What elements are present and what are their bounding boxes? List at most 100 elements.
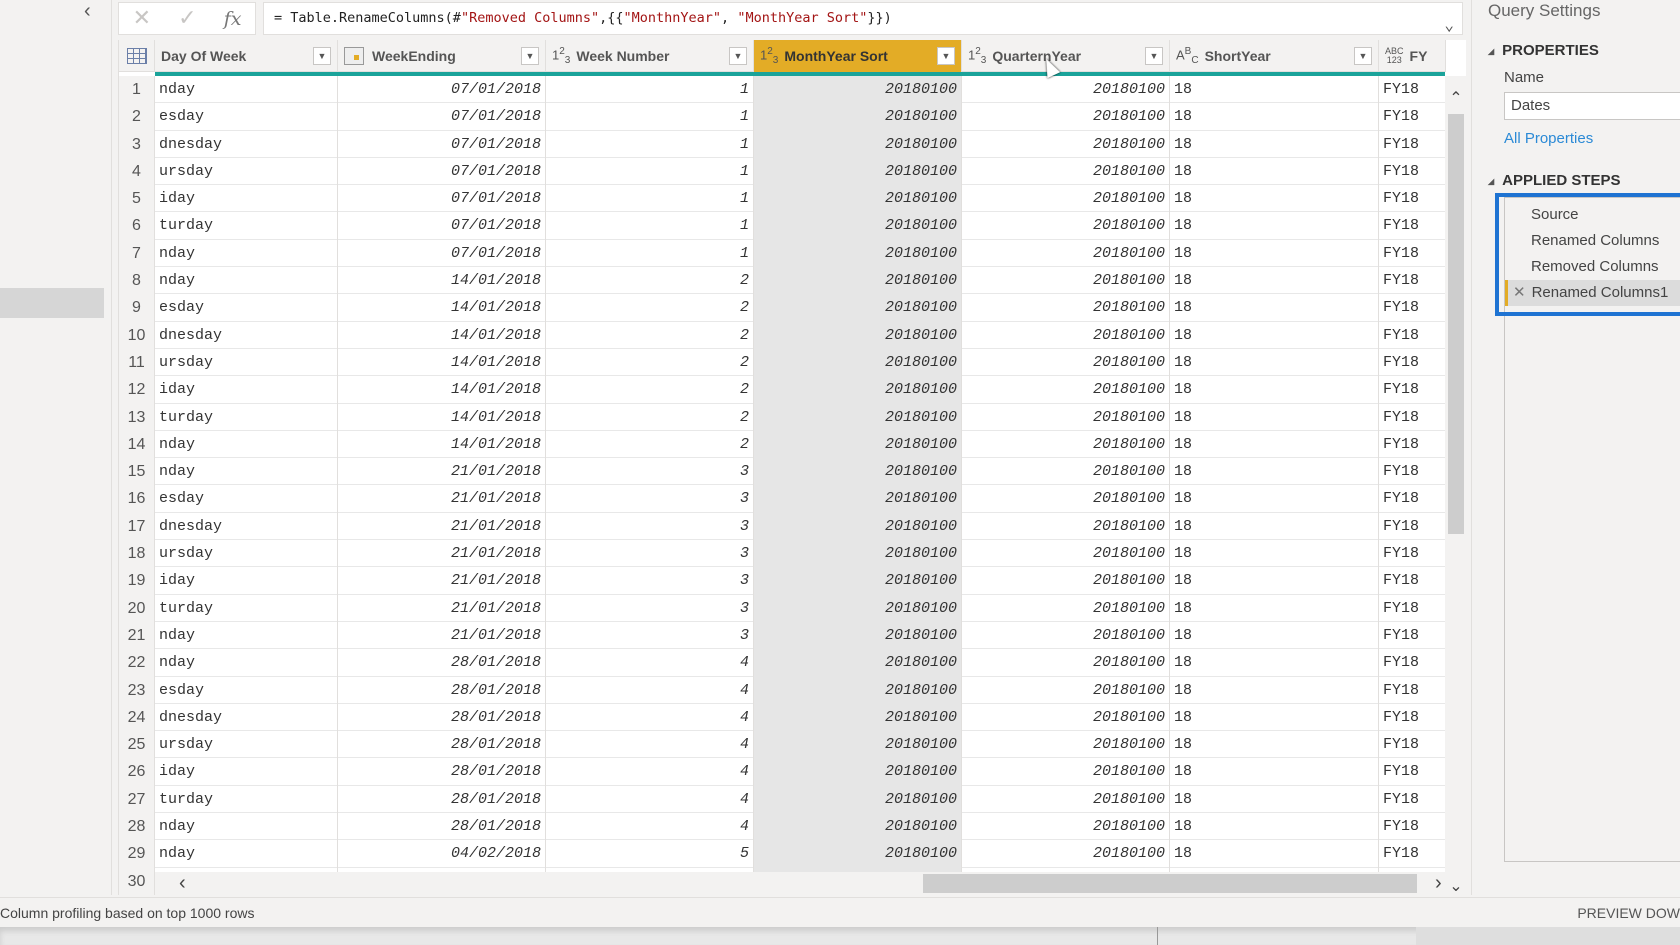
table-cell[interactable]: 20180100 bbox=[962, 703, 1170, 732]
table-row[interactable]: 21 nday 21/01/2018 3 20180100 20180100 18 FY18 bbox=[119, 621, 1446, 650]
table-cell[interactable]: 20180100 bbox=[962, 540, 1170, 568]
check-icon[interactable]: ✓ bbox=[178, 6, 196, 31]
table-cell[interactable]: 2 bbox=[546, 321, 754, 349]
table-cell[interactable]: 18 bbox=[1170, 103, 1379, 131]
table-row[interactable]: 11 ursday 14/01/2018 2 20180100 20180100 18 FY1… bbox=[119, 348, 1446, 377]
table-row[interactable]: 27 turday 28/01/2018 4 20180100 20180100 18 FY1… bbox=[119, 785, 1446, 814]
table-cell[interactable]: 14/01/2018 bbox=[338, 294, 546, 322]
table-cell[interactable]: 21/01/2018 bbox=[338, 512, 546, 541]
table-cell[interactable]: nday bbox=[155, 239, 338, 268]
table-row[interactable]: 15 nday 21/01/2018 3 20180100 20180100 18 FY18 bbox=[119, 458, 1446, 486]
table-row[interactable]: 7 nday 07/01/2018 1 20180100 20180100 18 FY18 bbox=[119, 239, 1446, 268]
column-filter-dropdown-icon[interactable]: ▼ bbox=[1145, 47, 1163, 65]
table-cell[interactable]: 1 bbox=[546, 130, 754, 158]
table-cell[interactable]: 2 bbox=[546, 376, 754, 404]
table-cell[interactable]: FY18 bbox=[1379, 76, 1446, 104]
table-cell[interactable]: 28/01/2018 bbox=[338, 649, 546, 677]
table-cell[interactable]: 18 bbox=[1170, 594, 1379, 622]
table-cell[interactable]: 20180100 bbox=[754, 485, 962, 513]
table-cell[interactable]: 2 bbox=[546, 294, 754, 322]
table-cell[interactable]: nday bbox=[155, 840, 338, 868]
table-row[interactable]: 22 nday 28/01/2018 4 20180100 20180100 18 FY18 bbox=[119, 649, 1446, 677]
table-cell[interactable]: nday bbox=[155, 267, 338, 295]
column-header[interactable]: Day Of Week ▼ bbox=[155, 40, 338, 72]
table-cell[interactable]: 21/01/2018 bbox=[338, 540, 546, 568]
table-cell[interactable]: 1 bbox=[546, 239, 754, 268]
fx-icon[interactable]: fx bbox=[224, 8, 242, 30]
table-cell[interactable]: 28/01/2018 bbox=[338, 703, 546, 732]
table-cell[interactable]: FY18 bbox=[1379, 621, 1446, 650]
table-cell[interactable]: turday bbox=[155, 594, 338, 622]
table-row[interactable]: 14 nday 14/01/2018 2 20180100 20180100 18 FY18 bbox=[119, 430, 1446, 459]
table-row[interactable]: 3 dnesday 07/01/2018 1 20180100 20180100 18 FY1… bbox=[119, 130, 1446, 158]
table-cell[interactable]: 14/01/2018 bbox=[338, 376, 546, 404]
table-cell[interactable]: 20180100 bbox=[754, 567, 962, 595]
applied-steps-section[interactable]: ◢ APPLIED STEPS bbox=[1488, 172, 1621, 189]
table-cell[interactable]: dnesday bbox=[155, 512, 338, 541]
table-cell[interactable]: 18 bbox=[1170, 294, 1379, 322]
table-cell[interactable]: 20180100 bbox=[754, 376, 962, 404]
table-cell[interactable]: 20180100 bbox=[962, 567, 1170, 595]
table-cell[interactable]: 07/01/2018 bbox=[338, 103, 546, 131]
column-header[interactable]: WeekEnding ▼ bbox=[338, 40, 546, 72]
table-cell[interactable]: iday bbox=[155, 376, 338, 404]
table-row[interactable]: 2 esday 07/01/2018 1 20180100 20180100 18 FY18 bbox=[119, 103, 1446, 131]
table-cell[interactable]: nday bbox=[155, 458, 338, 486]
chevron-down-icon[interactable]: ⌄ bbox=[1444, 9, 1454, 34]
table-cell[interactable]: 07/01/2018 bbox=[338, 157, 546, 186]
table-cell[interactable]: 21/01/2018 bbox=[338, 567, 546, 595]
table-cell[interactable]: turday bbox=[155, 785, 338, 814]
table-cell[interactable]: 20180100 bbox=[962, 485, 1170, 513]
table-cell[interactable]: nday bbox=[155, 430, 338, 459]
table-cell[interactable]: 20180100 bbox=[962, 376, 1170, 404]
table-cell[interactable]: 18 bbox=[1170, 267, 1379, 295]
table-cell[interactable]: 20180100 bbox=[962, 649, 1170, 677]
table-cell[interactable]: FY18 bbox=[1379, 703, 1446, 732]
table-cell[interactable]: nday bbox=[155, 621, 338, 650]
table-cell[interactable]: 28/01/2018 bbox=[338, 785, 546, 814]
table-cell[interactable]: 20180100 bbox=[754, 267, 962, 295]
table-cell[interactable]: 07/01/2018 bbox=[338, 76, 546, 104]
table-cell[interactable]: nday bbox=[155, 649, 338, 677]
table-cell[interactable]: 20180100 bbox=[754, 294, 962, 322]
table-row[interactable]: 20 turday 21/01/2018 3 20180100 20180100 18 FY1… bbox=[119, 594, 1446, 622]
table-cell[interactable]: 20180100 bbox=[962, 594, 1170, 622]
table-cell[interactable]: 1 bbox=[546, 76, 754, 104]
table-cell[interactable]: 20180100 bbox=[754, 512, 962, 541]
table-cell[interactable]: 20180100 bbox=[754, 185, 962, 213]
table-cell[interactable]: 20180100 bbox=[962, 239, 1170, 268]
table-cell[interactable]: 20180100 bbox=[962, 157, 1170, 186]
table-cell[interactable]: 14/01/2018 bbox=[338, 430, 546, 459]
table-cell[interactable]: 20180100 bbox=[962, 813, 1170, 841]
table-cell[interactable]: 20180100 bbox=[962, 731, 1170, 759]
column-filter-dropdown-icon[interactable]: ▼ bbox=[937, 47, 955, 65]
table-cell[interactable]: 18 bbox=[1170, 621, 1379, 650]
table-cell[interactable]: 3 bbox=[546, 567, 754, 595]
table-cell[interactable]: esday bbox=[155, 485, 338, 513]
table-cell[interactable]: 20180100 bbox=[754, 76, 962, 104]
table-cell[interactable]: FY18 bbox=[1379, 567, 1446, 595]
table-cell[interactable]: FY18 bbox=[1379, 212, 1446, 240]
table-cell[interactable]: 20180100 bbox=[754, 594, 962, 622]
table-cell[interactable]: 20180100 bbox=[754, 458, 962, 486]
table-row[interactable]: 25 ursday 28/01/2018 4 20180100 20180100 18 FY1… bbox=[119, 731, 1446, 759]
table-row[interactable]: 10 dnesday 14/01/2018 2 20180100 20180100 18 FY… bbox=[119, 321, 1446, 349]
table-cell[interactable]: 3 bbox=[546, 458, 754, 486]
table-cell[interactable]: iday bbox=[155, 758, 338, 786]
table-cell[interactable]: FY18 bbox=[1379, 267, 1446, 295]
table-cell[interactable]: 20180100 bbox=[754, 758, 962, 786]
table-cell[interactable]: 4 bbox=[546, 731, 754, 759]
vertical-scroll-thumb[interactable] bbox=[1448, 114, 1464, 534]
table-cell[interactable]: 20180100 bbox=[962, 348, 1170, 377]
column-filter-dropdown-icon[interactable]: ▼ bbox=[1354, 47, 1372, 65]
table-cell[interactable]: 20180100 bbox=[962, 76, 1170, 104]
table-cell[interactable]: 4 bbox=[546, 758, 754, 786]
table-cell[interactable]: 18 bbox=[1170, 731, 1379, 759]
table-cell[interactable]: 20180100 bbox=[962, 840, 1170, 868]
table-cell[interactable]: 1 bbox=[546, 212, 754, 240]
table-cell[interactable]: 20180100 bbox=[754, 130, 962, 158]
table-cell[interactable]: 20180100 bbox=[754, 430, 962, 459]
column-filter-dropdown-icon[interactable]: ▼ bbox=[313, 47, 331, 65]
table-cell[interactable]: 20180100 bbox=[754, 840, 962, 868]
table-cell[interactable]: 18 bbox=[1170, 485, 1379, 513]
